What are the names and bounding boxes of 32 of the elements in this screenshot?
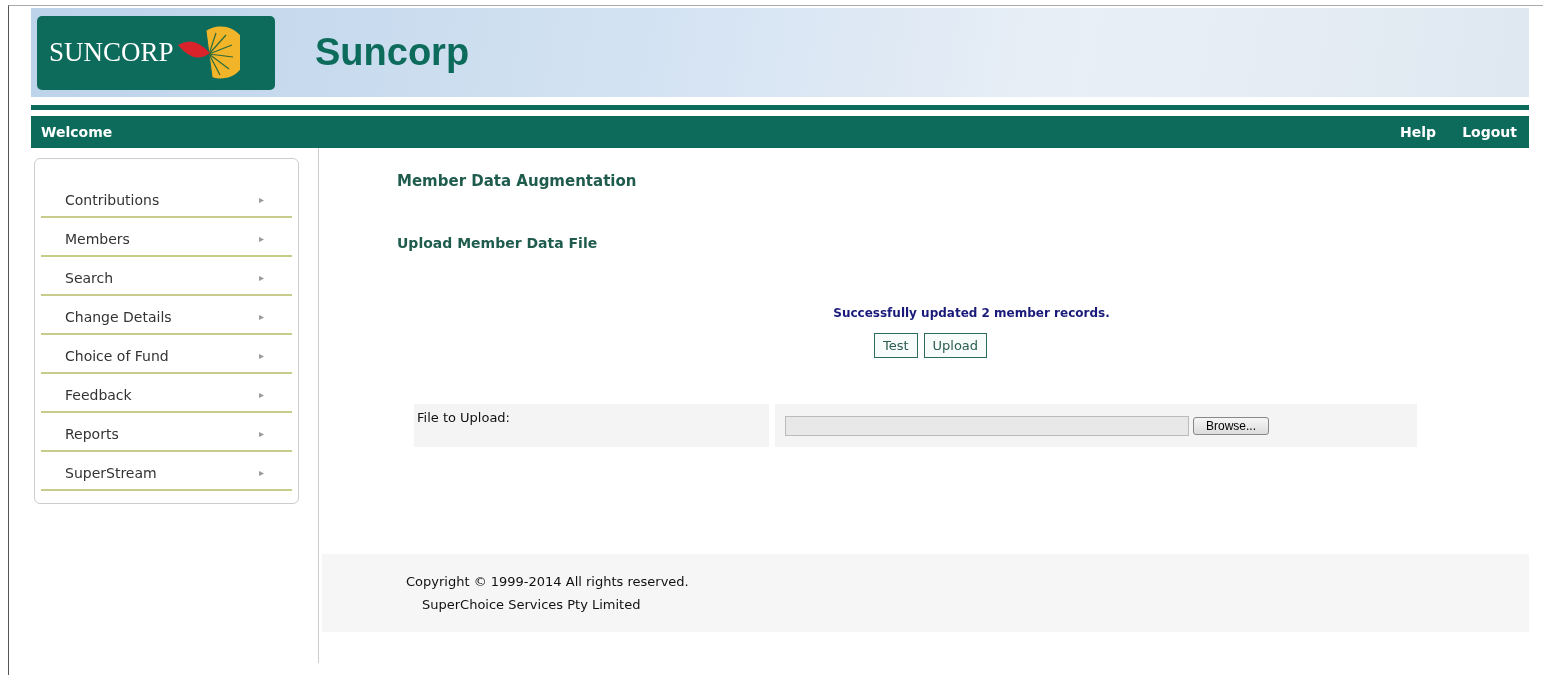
welcome-label: Welcome [41,124,113,140]
browse-button[interactable]: Browse... [1193,416,1269,435]
sidebar-item[interactable]: Feedback ▸ [41,376,292,413]
file-path-field[interactable] [785,415,1189,436]
logo-text: SUNCORP [49,37,174,68]
copyright-text: Copyright © 1999-2014 All rights reserved. [406,574,690,589]
arrow-icon: ▸ [258,194,264,205]
section-title: Upload Member Data File [397,235,599,251]
action-button[interactable]: Test [873,333,918,358]
arrow-icon: ▸ [258,428,264,439]
sidebar-item[interactable]: Search ▸ [41,259,292,296]
action-button[interactable]: Upload [923,333,988,358]
success-message: Successfully updated 2 member records. [833,306,1110,320]
sidebar-item[interactable]: Change Details ▸ [41,298,292,335]
page-title: Member Data Augmentation [397,172,638,190]
sidebar-item[interactable]: Choice of Fund ▸ [41,337,292,374]
field-label: File to Upload: [417,410,510,425]
sidebar-item[interactable]: SuperStream ▸ [41,454,292,491]
arrow-icon: ▸ [258,389,264,400]
arrow-icon: ▸ [258,272,264,283]
sidebar-item[interactable]: Reports ▸ [41,415,292,452]
arrow-icon: ▸ [258,350,264,361]
site-title: Suncorp [315,31,470,74]
sidebar-item[interactable]: Contributions ▸ [41,181,292,218]
arrow-icon: ▸ [258,311,264,322]
arrow-icon: ▸ [258,467,264,478]
sun-icon [175,24,240,81]
nav-link[interactable]: Logout [1462,124,1517,140]
nav-link[interactable]: Help [1400,124,1437,140]
arrow-icon: ▸ [258,233,264,244]
sidebar-item[interactable]: Members ▸ [41,220,292,257]
company-name: SuperChoice Services Pty Limited [422,597,642,612]
